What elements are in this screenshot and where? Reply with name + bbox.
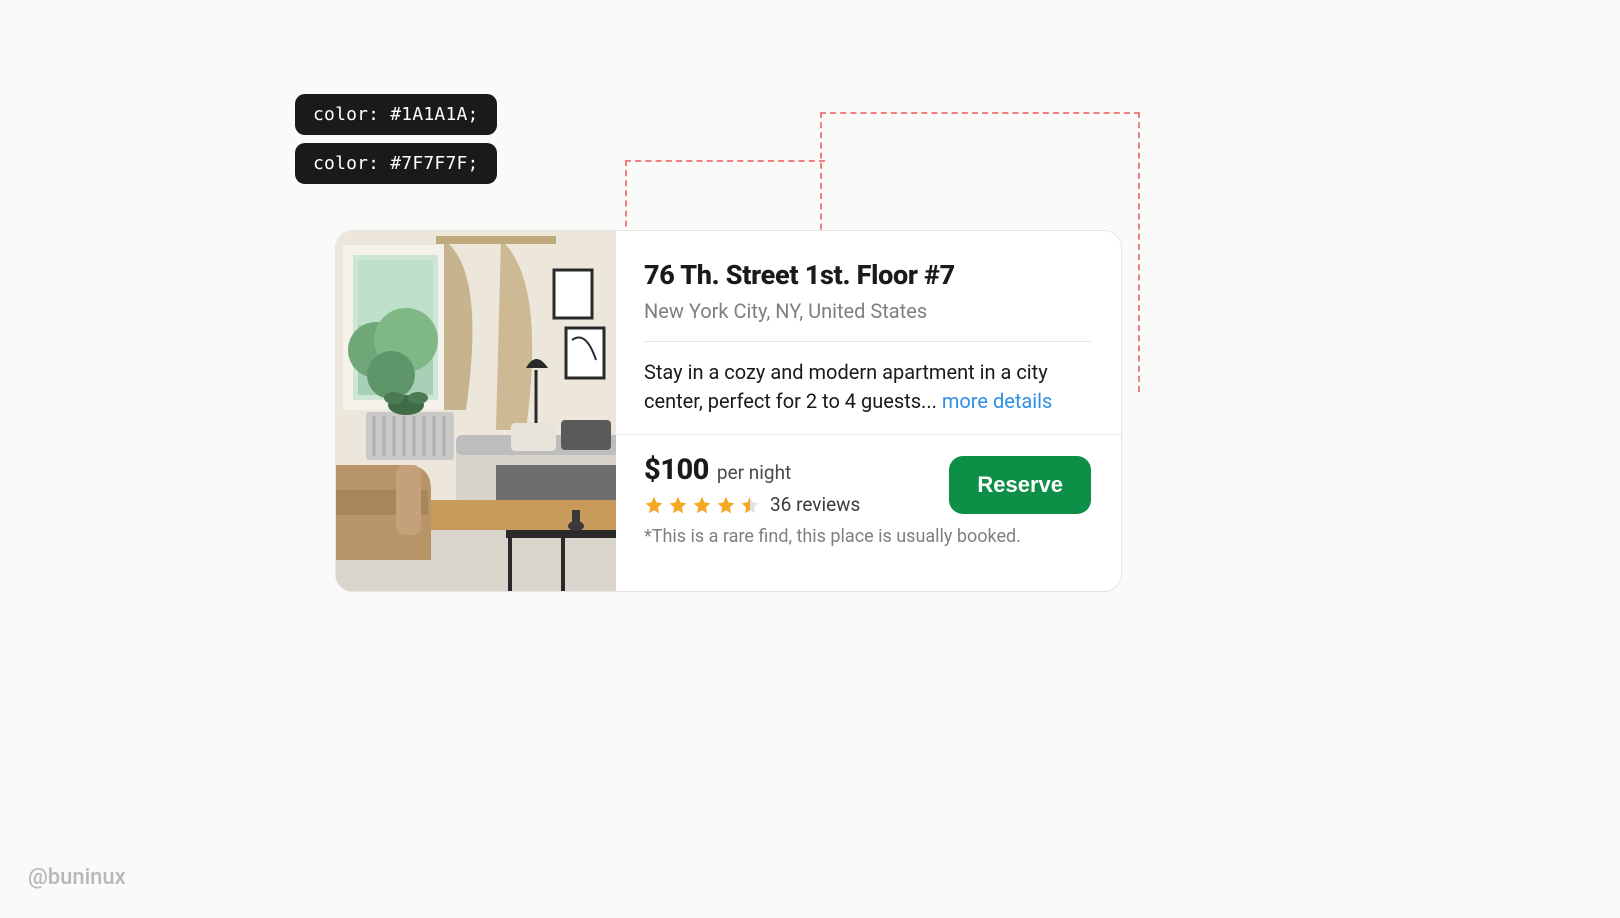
price-row: $100 per night 36 reviews <box>644 453 1091 516</box>
listing-body: 76 Th. Street 1st. Floor #7 New York Cit… <box>616 231 1121 591</box>
star-icon <box>668 495 688 515</box>
rating-stars <box>644 495 760 515</box>
price-unit: per night <box>717 461 791 484</box>
listing-description: Stay in a cozy and modern apartment in a… <box>644 358 1091 416</box>
star-icon <box>716 495 736 515</box>
listing-title: 76 Th. Street 1st. Floor #7 <box>644 259 1091 291</box>
star-icon <box>692 495 712 515</box>
rare-find-note: *This is a rare find, this place is usua… <box>644 526 1091 547</box>
listing-top-section: 76 Th. Street 1st. Floor #7 New York Cit… <box>616 231 1121 435</box>
listing-card: 76 Th. Street 1st. Floor #7 New York Cit… <box>335 230 1122 592</box>
reviews-count: 36 reviews <box>770 493 860 516</box>
color-annotation-primary: color: #1A1A1A; <box>295 94 497 135</box>
reserve-button[interactable]: Reserve <box>949 456 1091 514</box>
divider <box>644 341 1091 342</box>
author-handle: @buninux <box>28 865 126 890</box>
color-annotation-secondary: color: #7F7F7F; <box>295 143 497 184</box>
star-icon <box>644 495 664 515</box>
price-and-rating: $100 per night 36 reviews <box>644 453 860 516</box>
price-line: $100 per night <box>644 453 860 487</box>
listing-location: New York City, NY, United States <box>644 299 1091 323</box>
price-value: $100 <box>644 453 709 487</box>
listing-photo <box>336 231 616 591</box>
star-half-icon <box>740 495 760 515</box>
listing-bottom-section: $100 per night 36 reviews <box>616 435 1121 557</box>
rating-line: 36 reviews <box>644 493 860 516</box>
more-details-link[interactable]: more details <box>942 389 1052 413</box>
